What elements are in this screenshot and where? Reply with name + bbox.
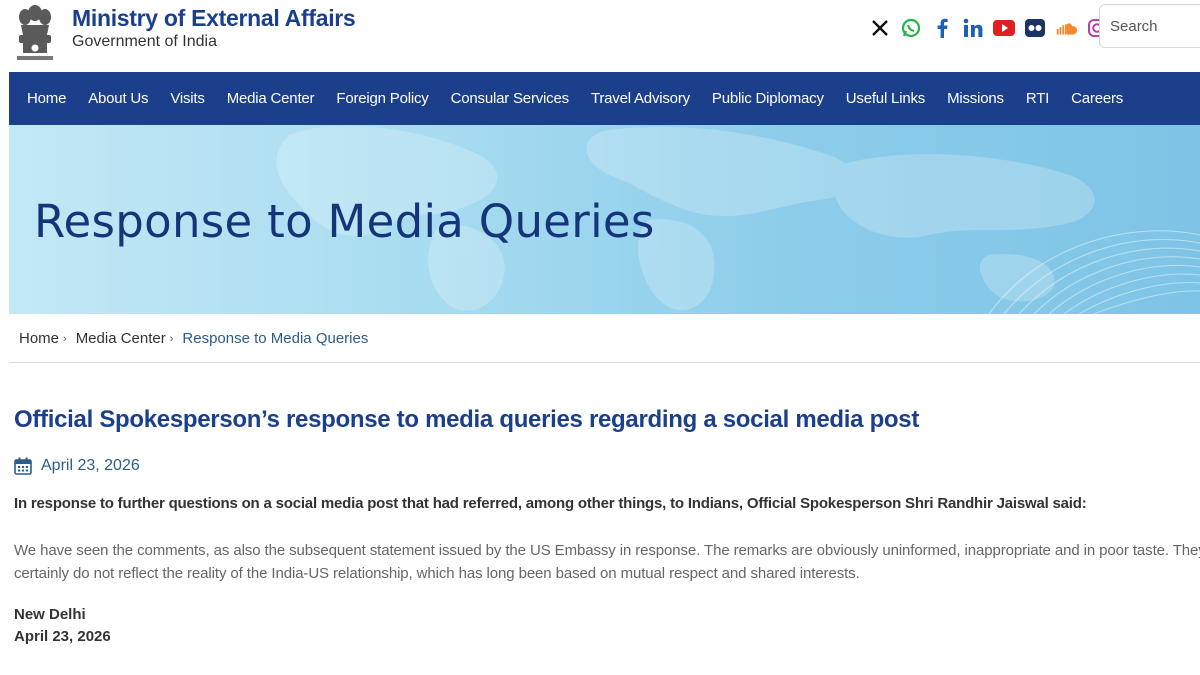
divider: [9, 362, 1200, 363]
chevron-right-icon: ›: [63, 332, 67, 345]
site-subtitle: Government of India: [72, 33, 217, 50]
flickr-icon[interactable]: [1023, 16, 1047, 40]
whatsapp-icon[interactable]: [899, 16, 923, 40]
nav-item-foreign-policy[interactable]: Foreign Policy: [325, 72, 439, 125]
site-title[interactable]: Ministry of External Affairs: [72, 5, 356, 31]
nav-item-public-diplomacy[interactable]: Public Diplomacy: [701, 72, 835, 125]
breadcrumb: Home › Media Center › Response to Media …: [19, 330, 368, 347]
nav-item-useful-links[interactable]: Useful Links: [835, 72, 936, 125]
youtube-icon[interactable]: [992, 16, 1016, 40]
search-input[interactable]: [1100, 5, 1200, 47]
nav-item-consular-services[interactable]: Consular Services: [440, 72, 580, 125]
site-header: Ministry of External Affairs Government …: [0, 0, 1200, 72]
article-title: Official Spokesperson’s response to medi…: [14, 406, 920, 433]
article-date: April 23, 2026: [41, 457, 140, 474]
nav-item-rti[interactable]: RTI: [1015, 72, 1060, 125]
nav-item-careers[interactable]: Careers: [1060, 72, 1134, 125]
article-date-row: April 23, 2026: [14, 457, 140, 475]
page-banner: Response to Media Queries: [9, 125, 1200, 314]
nav-item-missions[interactable]: Missions: [936, 72, 1015, 125]
calendar-icon: [14, 457, 32, 475]
search-box[interactable]: [1099, 4, 1200, 48]
breadcrumb-media-center[interactable]: Media Center: [76, 330, 166, 347]
site-brand[interactable]: Ministry of External Affairs Government …: [72, 5, 356, 52]
article-lead: In response to further questions on a so…: [14, 495, 1087, 512]
x-icon[interactable]: [868, 16, 892, 40]
facebook-icon[interactable]: [930, 16, 954, 40]
nav-item-home[interactable]: Home: [9, 72, 77, 125]
page-title: Response to Media Queries: [34, 195, 655, 248]
social-links: [868, 16, 1116, 40]
nav-item-about-us[interactable]: About Us: [77, 72, 159, 125]
national-emblem-logo[interactable]: [13, 3, 57, 65]
main-nav: Home About Us Visits Media Center Foreig…: [9, 72, 1200, 125]
nav-item-visits[interactable]: Visits: [159, 72, 215, 125]
breadcrumb-home[interactable]: Home: [19, 330, 59, 347]
breadcrumb-current: Response to Media Queries: [182, 330, 369, 347]
article-body: We have seen the comments, as also the s…: [14, 542, 1200, 582]
nav-item-travel-advisory[interactable]: Travel Advisory: [580, 72, 701, 125]
article-place: New Delhi: [14, 606, 86, 623]
chevron-right-icon: ›: [169, 332, 174, 345]
article-sign-date: April 23, 2026: [14, 628, 111, 645]
nav-item-media-center[interactable]: Media Center: [216, 72, 326, 125]
soundcloud-icon[interactable]: [1054, 16, 1078, 40]
linkedin-icon[interactable]: [961, 16, 985, 40]
